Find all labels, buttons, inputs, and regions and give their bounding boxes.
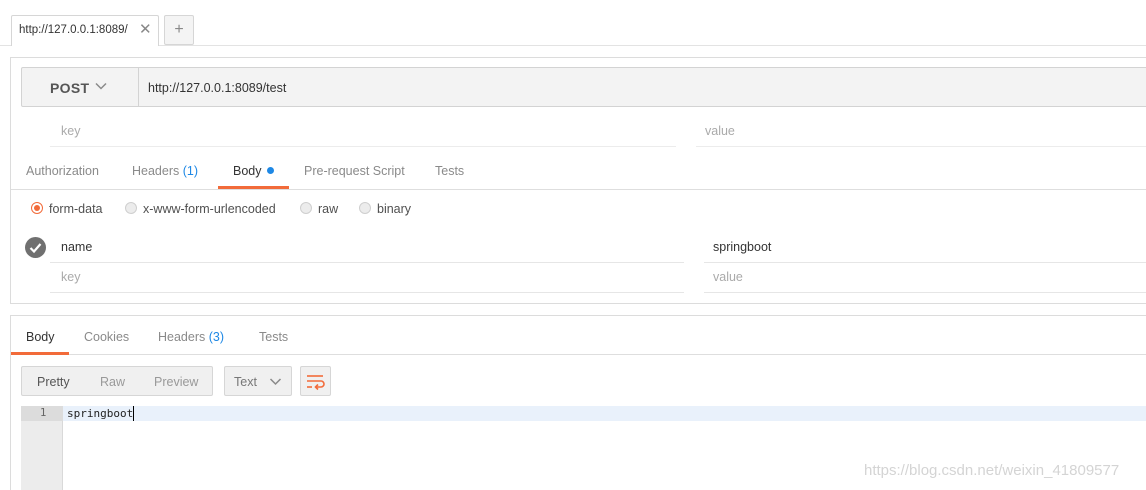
tab-authorization[interactable]: Authorization (26, 164, 99, 178)
active-line-highlight (63, 406, 1146, 421)
modified-dot-icon (266, 167, 274, 174)
chevron-down-icon (269, 378, 282, 386)
divider (704, 262, 1146, 263)
new-key-input[interactable]: key (61, 270, 80, 284)
radio-icon (300, 202, 312, 214)
tab-tests[interactable]: Tests (435, 164, 464, 178)
divider (50, 262, 684, 263)
radio-label: x-www-form-urlencoded (143, 202, 276, 216)
tab-label: Tests (259, 330, 289, 344)
tab-label: Body (233, 164, 262, 178)
tab-pre-request-script[interactable]: Pre-request Script (304, 164, 405, 178)
divider (50, 292, 684, 293)
request-tab[interactable]: http://127.0.0.1:8089/ ✕ (11, 15, 159, 46)
response-tab-tests[interactable]: Tests (259, 330, 288, 344)
radio-icon (125, 202, 137, 214)
response-tab-headers[interactable]: Headers (3) (158, 330, 224, 344)
headers-count: (1) (182, 164, 199, 178)
text-cursor (133, 406, 134, 421)
radio-form-data[interactable]: form-data (31, 202, 103, 216)
method-label: POST (50, 80, 90, 96)
format-group: Pretty Raw Preview (21, 366, 213, 396)
line-number: 1 (40, 407, 47, 419)
format-pretty-button[interactable]: Pretty (37, 375, 70, 389)
tab-label: Cookies (84, 330, 130, 344)
request-tab-title: http://127.0.0.1:8089/ (19, 24, 128, 36)
divider (696, 146, 1146, 147)
param-value-input[interactable]: value (705, 124, 735, 138)
row-enabled-checkbox[interactable] (25, 237, 46, 258)
headers-count: (3) (208, 330, 225, 344)
form-key-field[interactable]: name (61, 240, 92, 254)
watermark: https://blog.csdn.net/weixin_41809577 (864, 462, 1120, 479)
tab-body[interactable]: Body (233, 164, 274, 178)
param-key-input[interactable]: key (61, 124, 80, 138)
radio-icon (31, 202, 43, 214)
new-value-input[interactable]: value (713, 270, 743, 284)
tab-headers[interactable]: Headers (1) (132, 164, 198, 178)
tabs-divider (11, 189, 1146, 190)
active-tab-indicator (11, 352, 69, 355)
radio-label: form-data (49, 202, 103, 216)
radio-icon (359, 202, 371, 214)
divider (704, 292, 1146, 293)
format-preview-button[interactable]: Preview (154, 375, 198, 389)
tab-label: Headers (158, 330, 206, 344)
language-select[interactable]: Text (224, 366, 292, 396)
code-line: springboot (67, 407, 134, 420)
radio-x-www-form-urlencoded[interactable]: x-www-form-urlencoded (125, 202, 276, 216)
radio-label: binary (377, 202, 412, 216)
chevron-down-icon (95, 82, 107, 90)
tab-label: Body (26, 330, 55, 344)
response-tab-body[interactable]: Body (26, 330, 55, 344)
tabs-divider (11, 354, 1146, 355)
divider (50, 146, 676, 147)
tab-label: Tests (435, 164, 465, 178)
radio-label: raw (318, 202, 339, 216)
response-tab-cookies[interactable]: Cookies (84, 330, 129, 344)
check-icon (29, 243, 42, 254)
tab-label: Pre-request Script (304, 164, 405, 178)
url-bar: POST http://127.0.0.1:8089/test (21, 67, 1146, 107)
new-tab-button[interactable]: + (164, 15, 194, 45)
form-value-field[interactable]: springboot (713, 240, 771, 254)
language-label: Text (234, 375, 257, 389)
wrap-icon (307, 375, 325, 391)
wrap-lines-button[interactable] (300, 366, 331, 396)
method-select[interactable]: POST (22, 68, 139, 106)
radio-binary[interactable]: binary (359, 202, 411, 216)
close-icon[interactable]: ✕ (139, 21, 152, 39)
active-tab-indicator (218, 186, 289, 189)
radio-raw[interactable]: raw (300, 202, 338, 216)
tab-label: Headers (132, 164, 180, 178)
tab-label: Authorization (26, 164, 99, 178)
url-input[interactable]: http://127.0.0.1:8089/test (148, 81, 286, 95)
format-raw-button[interactable]: Raw (100, 375, 125, 389)
